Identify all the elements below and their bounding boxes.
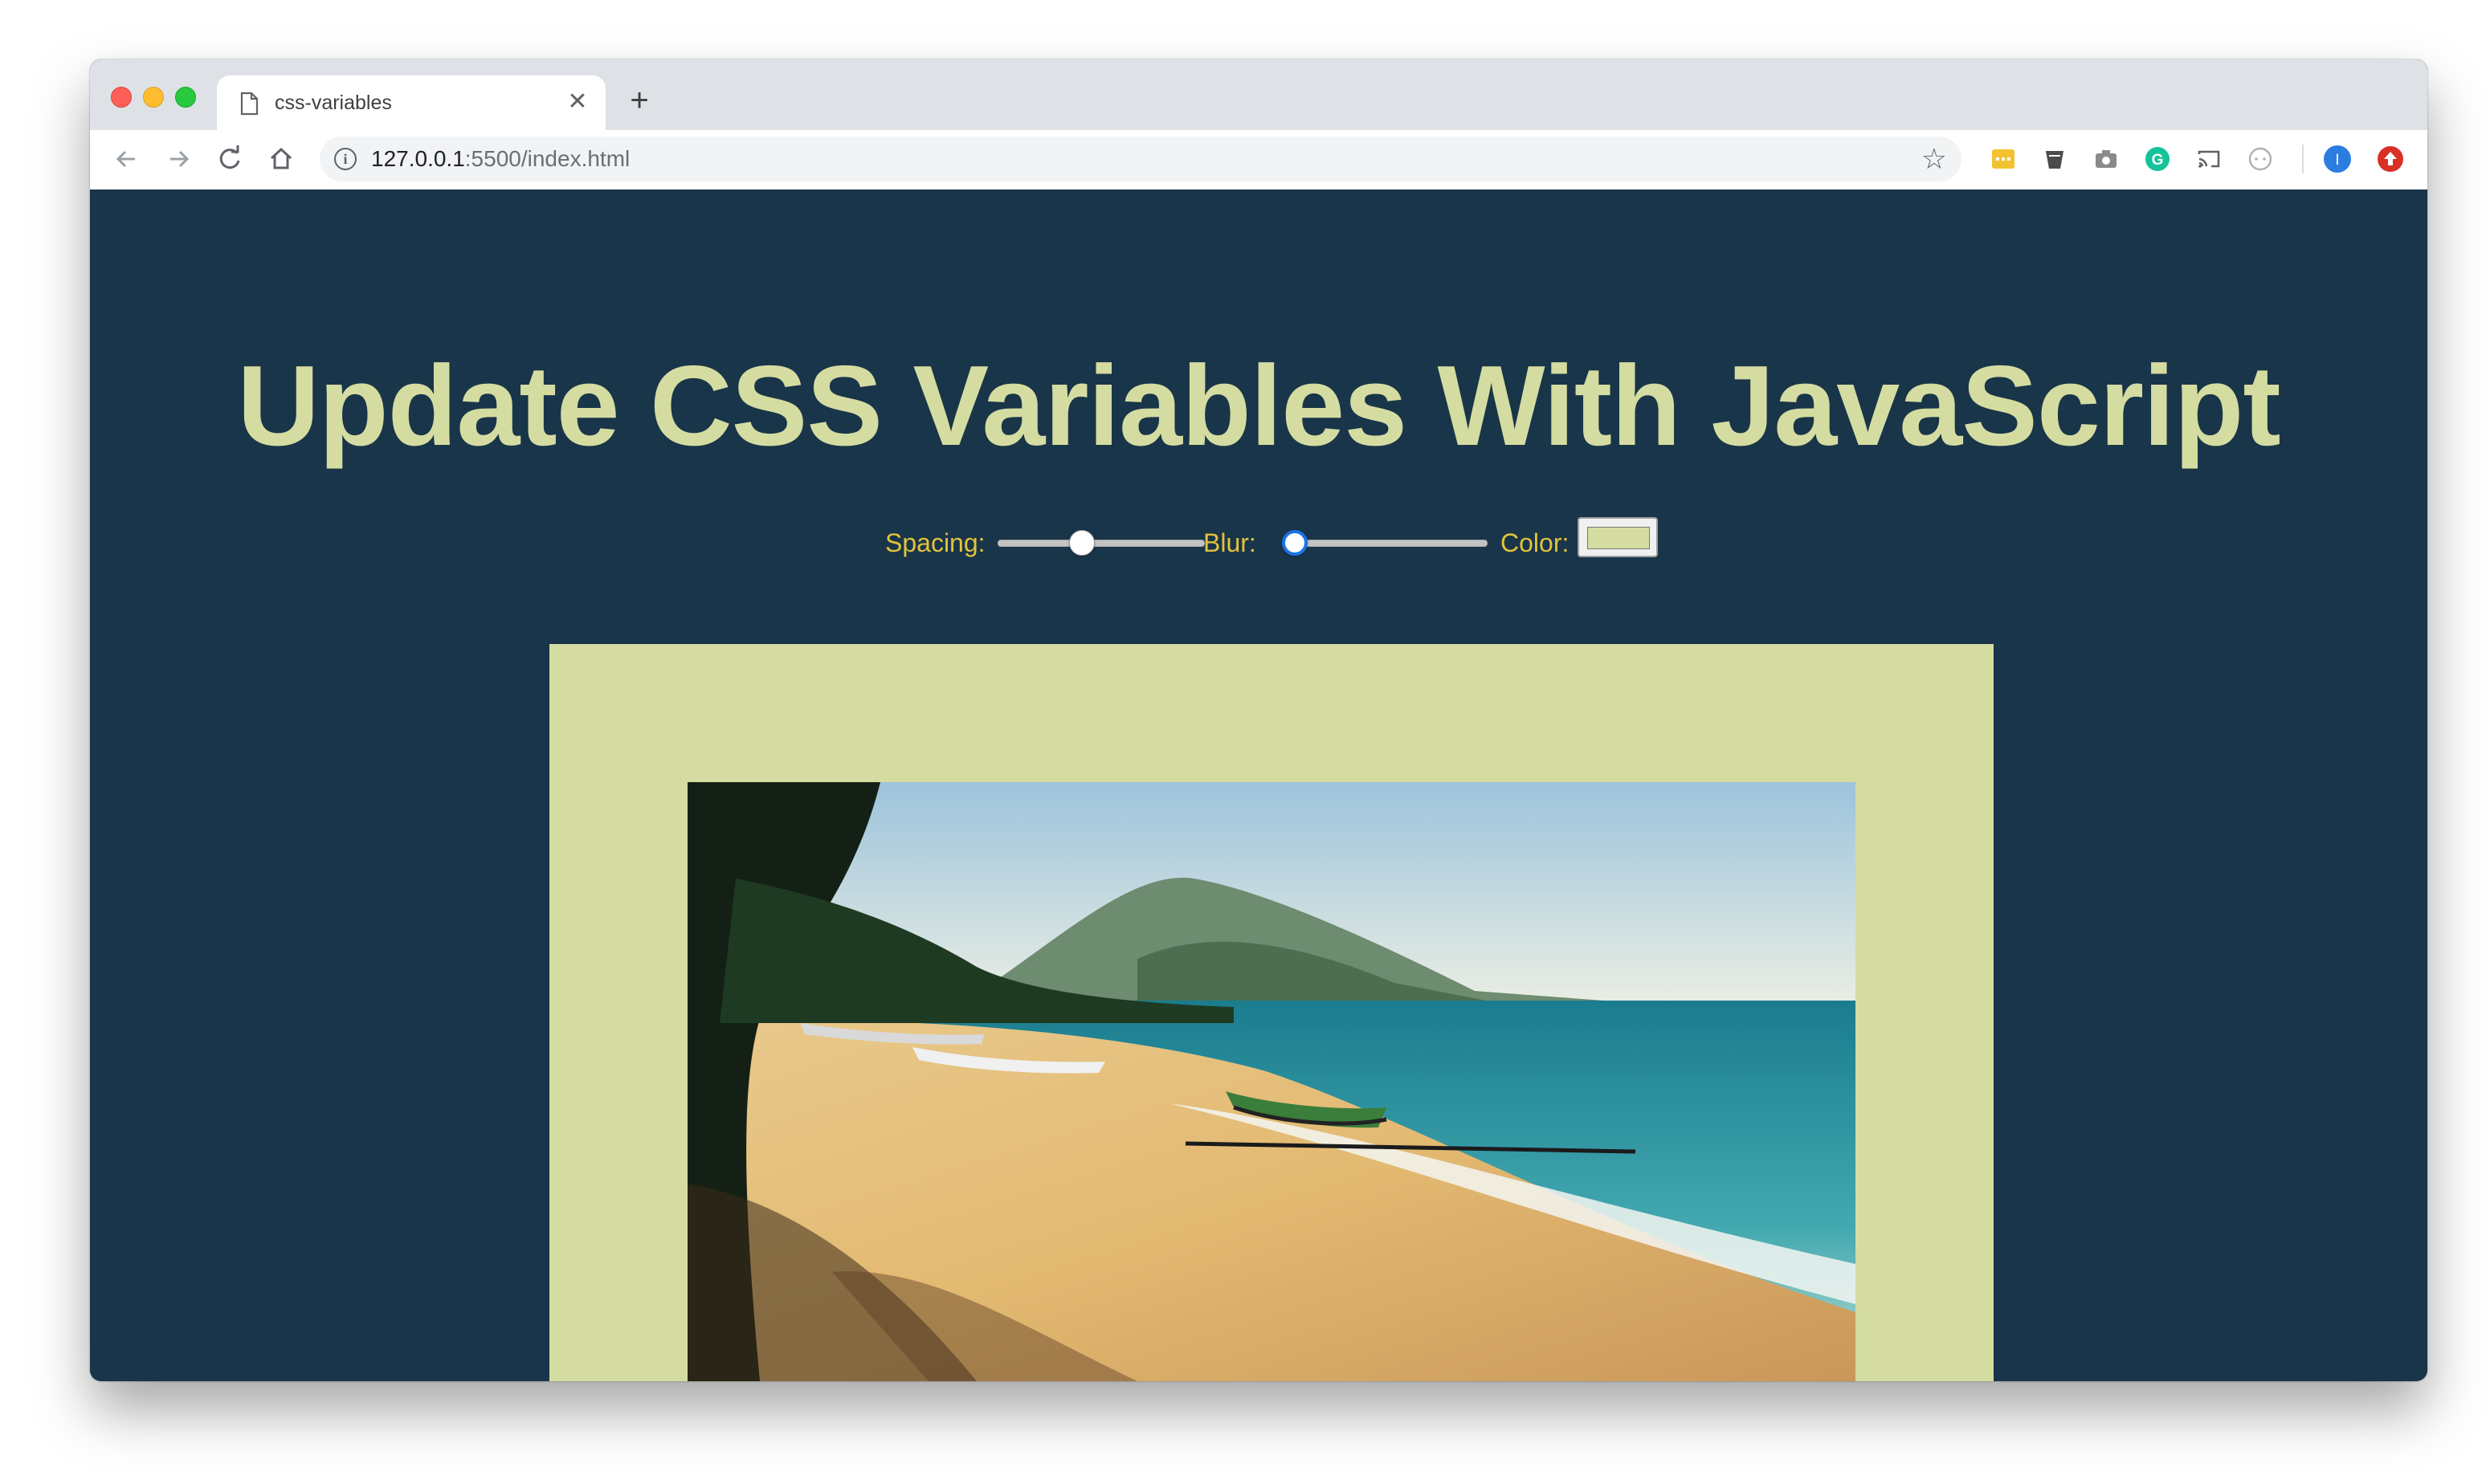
image-frame bbox=[549, 644, 1994, 1381]
camera-icon[interactable] bbox=[2092, 145, 2121, 173]
browser-window: css-variables ✕ + i 127.0.0.1:5500/index… bbox=[90, 59, 2427, 1381]
extension-dotted-icon[interactable] bbox=[2246, 145, 2275, 173]
blur-label: Blur: bbox=[1203, 528, 1256, 557]
back-arrow-icon[interactable] bbox=[109, 141, 145, 177]
beach-photo bbox=[688, 782, 1855, 1381]
page-heading: Update CSS Variables With JavaScript bbox=[237, 342, 2280, 470]
controls-bar: Spacing: Blur: Color: bbox=[90, 517, 2427, 565]
spacing-label: Spacing: bbox=[885, 528, 986, 557]
tab-title: css-variables bbox=[275, 92, 392, 114]
extension-upload-icon[interactable] bbox=[2376, 145, 2405, 173]
extension-notes-icon[interactable] bbox=[1989, 145, 2018, 173]
browser-tab[interactable]: css-variables ✕ bbox=[217, 75, 606, 130]
plus-icon[interactable]: + bbox=[623, 84, 655, 117]
close-icon[interactable]: ✕ bbox=[564, 88, 591, 116]
blur-slider-thumb[interactable] bbox=[1282, 530, 1308, 556]
extension-cup-icon[interactable] bbox=[2040, 145, 2069, 173]
close-window-button[interactable] bbox=[111, 87, 132, 108]
svg-text:G: G bbox=[2152, 152, 2164, 169]
page-content: Update CSS Variables With JavaScript Spa… bbox=[90, 190, 2427, 1381]
info-icon[interactable]: i bbox=[334, 148, 357, 170]
toolbar-separator bbox=[2302, 145, 2304, 173]
zoom-window-button[interactable] bbox=[175, 87, 196, 108]
grammarly-icon[interactable]: G bbox=[2143, 145, 2172, 173]
address-bar[interactable]: i 127.0.0.1:5500/index.html ☆ bbox=[320, 137, 1961, 181]
forward-arrow-icon[interactable] bbox=[161, 141, 196, 177]
browser-toolbar: i 127.0.0.1:5500/index.html ☆ G I bbox=[90, 130, 2427, 190]
spacing-slider-track[interactable] bbox=[998, 540, 1205, 547]
blur-slider-track[interactable] bbox=[1282, 540, 1488, 547]
spacing-slider-thumb[interactable] bbox=[1069, 530, 1095, 556]
cast-icon[interactable] bbox=[2194, 145, 2223, 173]
profile-avatar[interactable]: I bbox=[2323, 145, 2352, 173]
svg-text:I: I bbox=[2335, 152, 2339, 169]
color-label: Color: bbox=[1500, 528, 1570, 557]
url-text[interactable]: 127.0.0.1:5500/index.html bbox=[371, 146, 630, 172]
reload-icon[interactable] bbox=[212, 141, 247, 177]
tab-strip: css-variables ✕ + bbox=[90, 59, 2427, 130]
color-swatch[interactable] bbox=[1587, 527, 1650, 549]
home-icon[interactable] bbox=[263, 141, 299, 177]
color-picker[interactable] bbox=[1578, 517, 1658, 557]
star-icon[interactable]: ☆ bbox=[1921, 143, 1947, 175]
minimize-window-button[interactable] bbox=[143, 87, 164, 108]
document-icon bbox=[240, 92, 259, 116]
